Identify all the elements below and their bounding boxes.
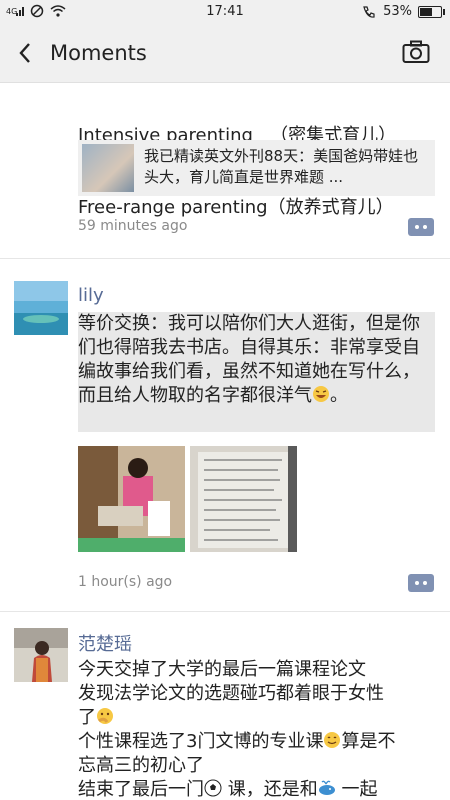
camera-icon[interactable]	[402, 40, 430, 64]
laughing-emoji-icon	[313, 386, 329, 402]
post-text-line: 结束了最后一门 课，还是和 一起	[78, 778, 435, 800]
post-text-segment: 个性课程选了3门文博的专业课	[78, 731, 324, 752]
chevron-left-icon[interactable]	[14, 38, 38, 68]
post-text-line: 个性课程选了3门文博的专业课 算是不	[78, 730, 435, 754]
page-title: Moments	[50, 41, 147, 65]
post-text-line: 发现法学论文的选题碰巧都着眼于女性	[78, 683, 384, 704]
comment-icon[interactable]	[408, 574, 434, 592]
post-text-segment: 一起	[335, 779, 378, 800]
battery-percent: 53%	[383, 4, 412, 19]
soccer-ball-emoji-icon	[204, 779, 222, 797]
article-thumbnail	[82, 144, 134, 192]
post-text-line: Free-range parenting（放养式育儿）	[78, 197, 394, 218]
post-timestamp: 59 minutes ago	[78, 218, 188, 234]
post-text-line: 忘高三的初心了	[78, 755, 204, 776]
shared-article-card[interactable]: 我已精读英文外刊88天：美国爸妈带娃也头大，育儿简直是世界难题 ...	[78, 140, 435, 196]
status-bar: 4G 17:41 53%	[0, 0, 450, 24]
status-right: 53%	[361, 4, 445, 19]
post-divider	[0, 611, 450, 612]
post-timestamp: 1 hour(s) ago	[78, 574, 173, 590]
battery-fill	[420, 7, 432, 16]
post-text-line: 了	[78, 706, 435, 730]
post-text-line: 今天交掉了大学的最后一篇课程论文	[78, 659, 366, 680]
post-text-segment: 了	[78, 707, 96, 728]
comment-icon[interactable]	[408, 218, 434, 236]
battery-icon	[418, 5, 445, 18]
whale-emoji-icon	[318, 780, 335, 795]
post-text: 等价交换：我可以陪你们大人逛街，但是你们也得陪我去书店。自得其乐：非常享受自编故…	[78, 312, 435, 432]
thinking-emoji-icon	[97, 708, 113, 724]
avatar[interactable]	[14, 281, 68, 335]
post-text-segment: 课，还是和	[222, 779, 318, 800]
post-photo[interactable]	[78, 446, 185, 552]
avatar[interactable]	[14, 628, 68, 682]
article-title: 我已精读英文外刊88天：美国爸妈带娃也头大，育儿简直是世界难题 ...	[144, 147, 419, 186]
moments-feed[interactable]: Intensive parenting （密集式育儿） Free-range p…	[0, 82, 450, 800]
post-username[interactable]: lily	[78, 285, 104, 306]
post-username[interactable]: 范楚瑶	[78, 630, 132, 656]
post-divider	[0, 258, 450, 259]
post-text-segment: 算是不	[341, 731, 396, 752]
phone-wifi-icon	[363, 5, 375, 18]
post-text-segment: 结束了最后一门	[78, 779, 204, 800]
post-text-body: 等价交换：我可以陪你们大人逛街，但是你们也得陪我去书店。自得其乐：非常享受自编故…	[78, 313, 420, 406]
smile-emoji-icon	[324, 732, 341, 748]
post-text: 今天交掉了大学的最后一篇课程论文 发现法学论文的选题碰巧都着眼于女性 了 个性课…	[78, 658, 435, 800]
post-photo[interactable]	[190, 446, 297, 552]
post-text-end: 。	[330, 385, 348, 406]
nav-bar: Moments	[0, 24, 450, 83]
